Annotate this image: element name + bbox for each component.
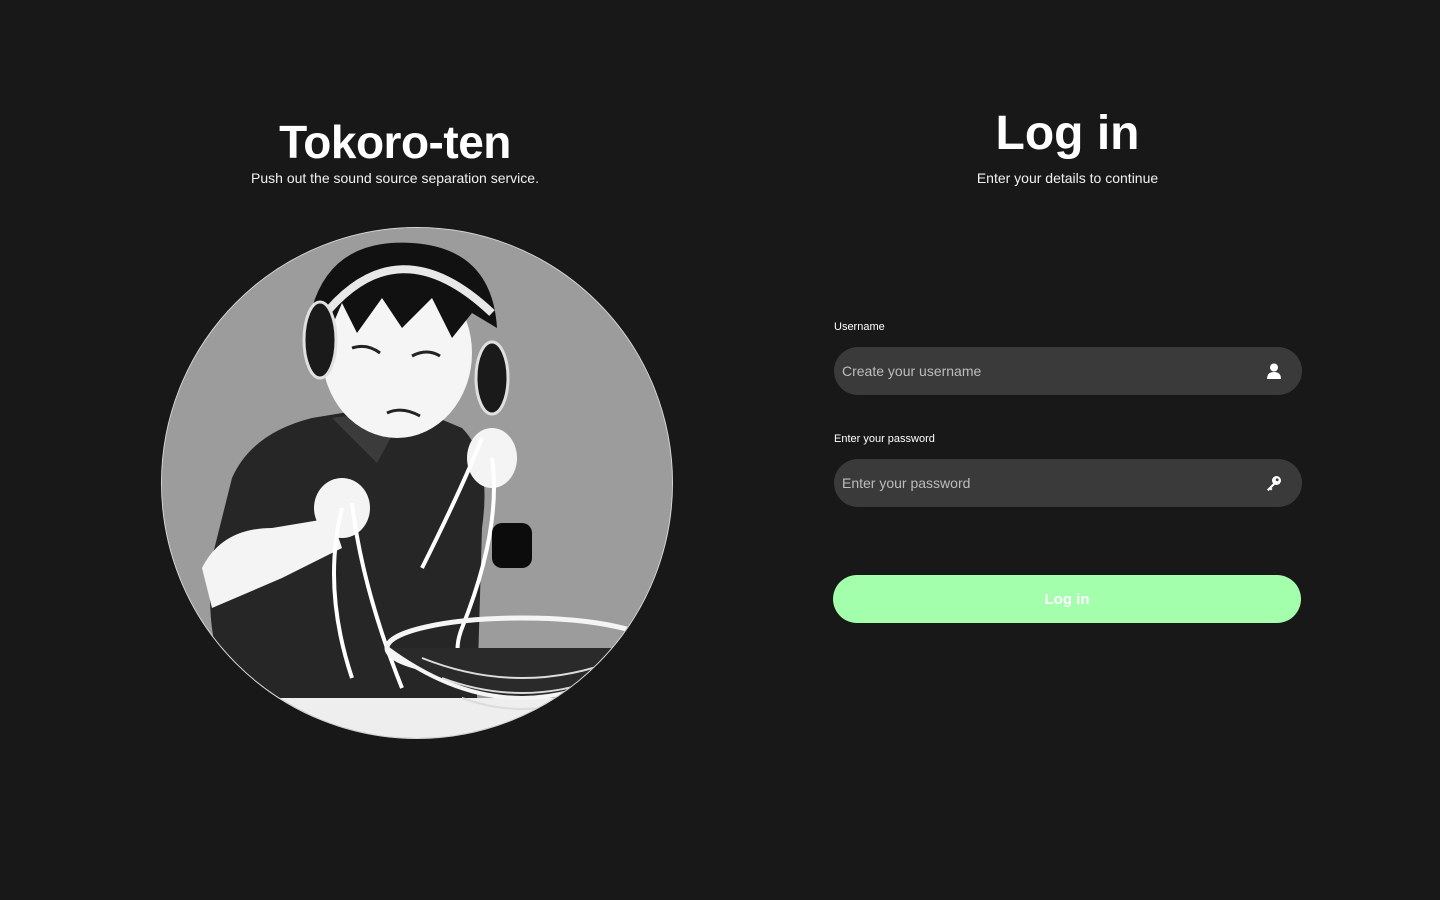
- user-icon: [1264, 361, 1284, 381]
- illustration-image: [162, 228, 672, 738]
- login-button[interactable]: Log in: [833, 575, 1301, 623]
- password-label: Enter your password: [834, 433, 935, 445]
- username-field[interactable]: [834, 347, 1302, 395]
- password-input[interactable]: [842, 475, 1264, 491]
- login-subtitle: Enter your details to continue: [976, 170, 1159, 186]
- brand-subtitle: Push out the sound source separation ser…: [251, 170, 539, 186]
- username-input[interactable]: [842, 363, 1264, 379]
- headphones-boy-illustration: [161, 227, 673, 739]
- password-field[interactable]: [834, 459, 1302, 507]
- username-label: Username: [834, 321, 885, 333]
- login-title: Log in: [995, 107, 1140, 160]
- brand-title: Tokoro-ten: [279, 116, 511, 168]
- key-icon: [1264, 473, 1284, 493]
